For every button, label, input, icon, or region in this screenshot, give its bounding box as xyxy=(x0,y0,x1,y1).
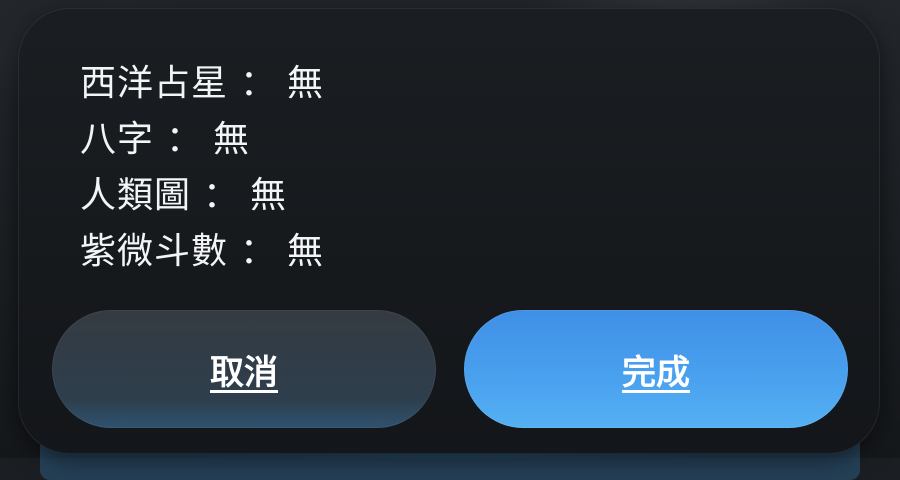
info-label: 紫微斗數 xyxy=(80,231,229,272)
done-button[interactable]: 完成 xyxy=(464,310,848,428)
info-separator: ： xyxy=(166,119,204,160)
info-label: 人類圖 xyxy=(80,175,192,216)
info-label: 西洋占星 xyxy=(80,63,229,104)
info-separator: ： xyxy=(203,175,241,216)
info-row-human-design: 人類圖 ：無 xyxy=(80,164,324,220)
info-separator: ： xyxy=(240,63,278,104)
info-value: 無 xyxy=(250,175,288,216)
info-row-bazi: 八字 ：無 xyxy=(80,108,324,164)
info-row-ziwei: 紫微斗數 ：無 xyxy=(80,220,324,276)
info-label: 八字 xyxy=(80,119,155,160)
summary-dialog: 西洋占星：無 八字：無 人類圖：無 紫微斗數：無 取消 完成 xyxy=(18,8,880,454)
info-list: 西洋占星：無 八字：無 人類圖：無 紫微斗數：無 xyxy=(80,52,324,276)
info-value: 無 xyxy=(287,63,325,104)
info-separator: ： xyxy=(240,231,278,272)
info-value: 無 xyxy=(213,119,251,160)
cancel-button[interactable]: 取消 xyxy=(52,310,436,428)
info-row-western-astrology: 西洋占星 ：無 xyxy=(80,52,324,108)
info-value: 無 xyxy=(287,231,325,272)
